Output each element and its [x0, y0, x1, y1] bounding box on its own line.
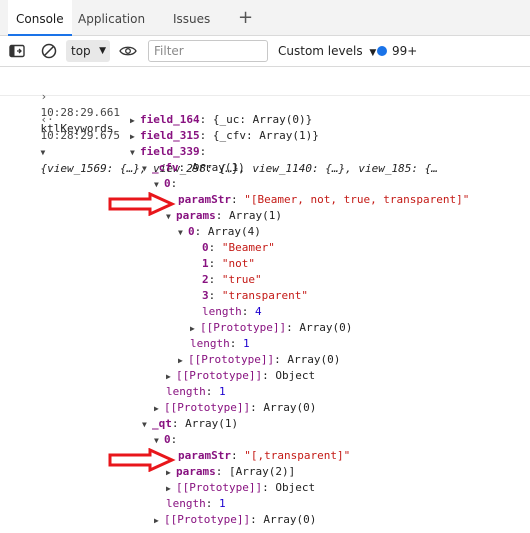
tab-console[interactable]: Console	[8, 0, 72, 36]
collapse-triangle-icon: ▶	[130, 116, 135, 125]
array-item: 3: "transparent"	[202, 289, 308, 302]
array-item: 0: "Beamer"	[202, 241, 275, 254]
console-message: › 10:28:29.661 ktlKeywords	[0, 67, 530, 135]
expand-triangle-icon: ▼	[142, 420, 147, 429]
expand-triangle-icon: ▼	[130, 148, 135, 157]
context-selector[interactable]: top ▼	[66, 40, 110, 62]
tree-node[interactable]: ▼ 0:	[154, 176, 177, 192]
tree-node[interactable]: ▼ 0: Array(4)	[178, 224, 261, 240]
collapse-triangle-icon: ▶	[190, 324, 195, 333]
expand-triangle-icon: ▼	[40, 148, 46, 157]
issues-counter[interactable]: 99+	[377, 36, 417, 66]
array-length: length: 1	[190, 337, 250, 350]
tree-node[interactable]: ▼ 0:	[154, 432, 177, 448]
issues-icon	[377, 46, 387, 56]
devtools-tab-bar: Console Application Issues +	[0, 0, 530, 36]
sidebar-toggle-icon[interactable]	[6, 36, 28, 66]
clear-console-icon[interactable]	[38, 36, 60, 66]
console-toolbar: top ▼ Custom levels ▼ 99+	[0, 36, 530, 67]
console-message-row: › 10:28:29.661 ktlKeywords	[14, 73, 120, 135]
tree-node[interactable]: ▼ _qt: Array(1)	[142, 416, 238, 432]
collapse-triangle-icon: ▶	[130, 132, 135, 141]
collapse-triangle-icon: ▶	[166, 484, 171, 493]
collapse-triangle-icon: ▶	[154, 404, 159, 413]
expand-triangle-icon: ▼	[142, 164, 147, 173]
live-expression-eye-icon[interactable]	[117, 36, 139, 66]
tree-node[interactable]: ▶ [[Prototype]]: Object	[166, 480, 315, 496]
context-label: top	[71, 44, 91, 58]
result-chevron-icon: ‹·	[40, 113, 54, 126]
array-length: length: 4	[202, 305, 262, 318]
annotation-arrow-icon	[108, 448, 176, 472]
collapse-triangle-icon: ▶	[154, 516, 159, 525]
tree-node[interactable]: ▶ params: [Array(2)]	[166, 464, 295, 480]
collapse-triangle-icon: ▶	[178, 356, 183, 365]
console-result-row[interactable]: ‹· 10:28:29.675 ▼ {view_1569: {…}, view_…	[14, 96, 438, 175]
array-item: 2: "true"	[202, 273, 262, 286]
tab-issues[interactable]: Issues	[165, 0, 218, 36]
log-levels-dropdown[interactable]: Custom levels ▼	[278, 36, 376, 66]
tree-node[interactable]: ▼ _cfv: Array(1)	[142, 160, 245, 176]
expand-triangle-icon: ▼	[154, 436, 159, 445]
tree-node[interactable]: ▶ [[Prototype]]: Object	[166, 368, 315, 384]
tree-node[interactable]: ▶ [[Prototype]]: Array(0)	[154, 512, 316, 528]
tree-node[interactable]: ▶ [[Prototype]]: Array(0)	[178, 352, 340, 368]
array-item: 1: "not"	[202, 257, 255, 270]
collapse-triangle-icon: ▶	[166, 372, 171, 381]
tree-node: paramStr: "[Beamer, not, true, transpare…	[178, 193, 470, 206]
annotation-arrow-icon	[108, 192, 176, 216]
array-length: length: 1	[166, 497, 226, 510]
chevron-down-icon: ▼	[99, 46, 106, 56]
console-object-output: ‹· 10:28:29.675 ▼ {view_1569: {…}, view_…	[0, 96, 530, 533]
chevron-down-icon: ▼	[369, 48, 377, 58]
tree-node[interactable]: ▶ field_164: {_uc: Array(0)}	[130, 112, 312, 128]
tab-application[interactable]: Application	[70, 0, 153, 36]
tree-node[interactable]: ▼ field_339:	[130, 144, 206, 160]
tree-node[interactable]: ▶ field_315: {_cfv: Array(1)}	[130, 128, 319, 144]
expand-triangle-icon: ▼	[154, 180, 159, 189]
tree-node[interactable]: ▼ params: Array(1)	[166, 208, 282, 224]
tree-node[interactable]: ▶ [[Prototype]]: Array(0)	[154, 400, 316, 416]
timestamp: 10:28:29.675	[40, 129, 120, 142]
add-tab-icon[interactable]: +	[238, 7, 253, 29]
tree-node[interactable]: ▶ [[Prototype]]: Array(0)	[190, 320, 352, 336]
tree-node: paramStr: "[,transparent]"	[178, 449, 351, 462]
log-levels-label: Custom levels	[278, 44, 363, 58]
array-length: length: 1	[166, 385, 226, 398]
filter-input[interactable]	[148, 40, 268, 62]
expand-triangle-icon: ▼	[178, 228, 183, 237]
issues-count: 99+	[392, 44, 418, 58]
